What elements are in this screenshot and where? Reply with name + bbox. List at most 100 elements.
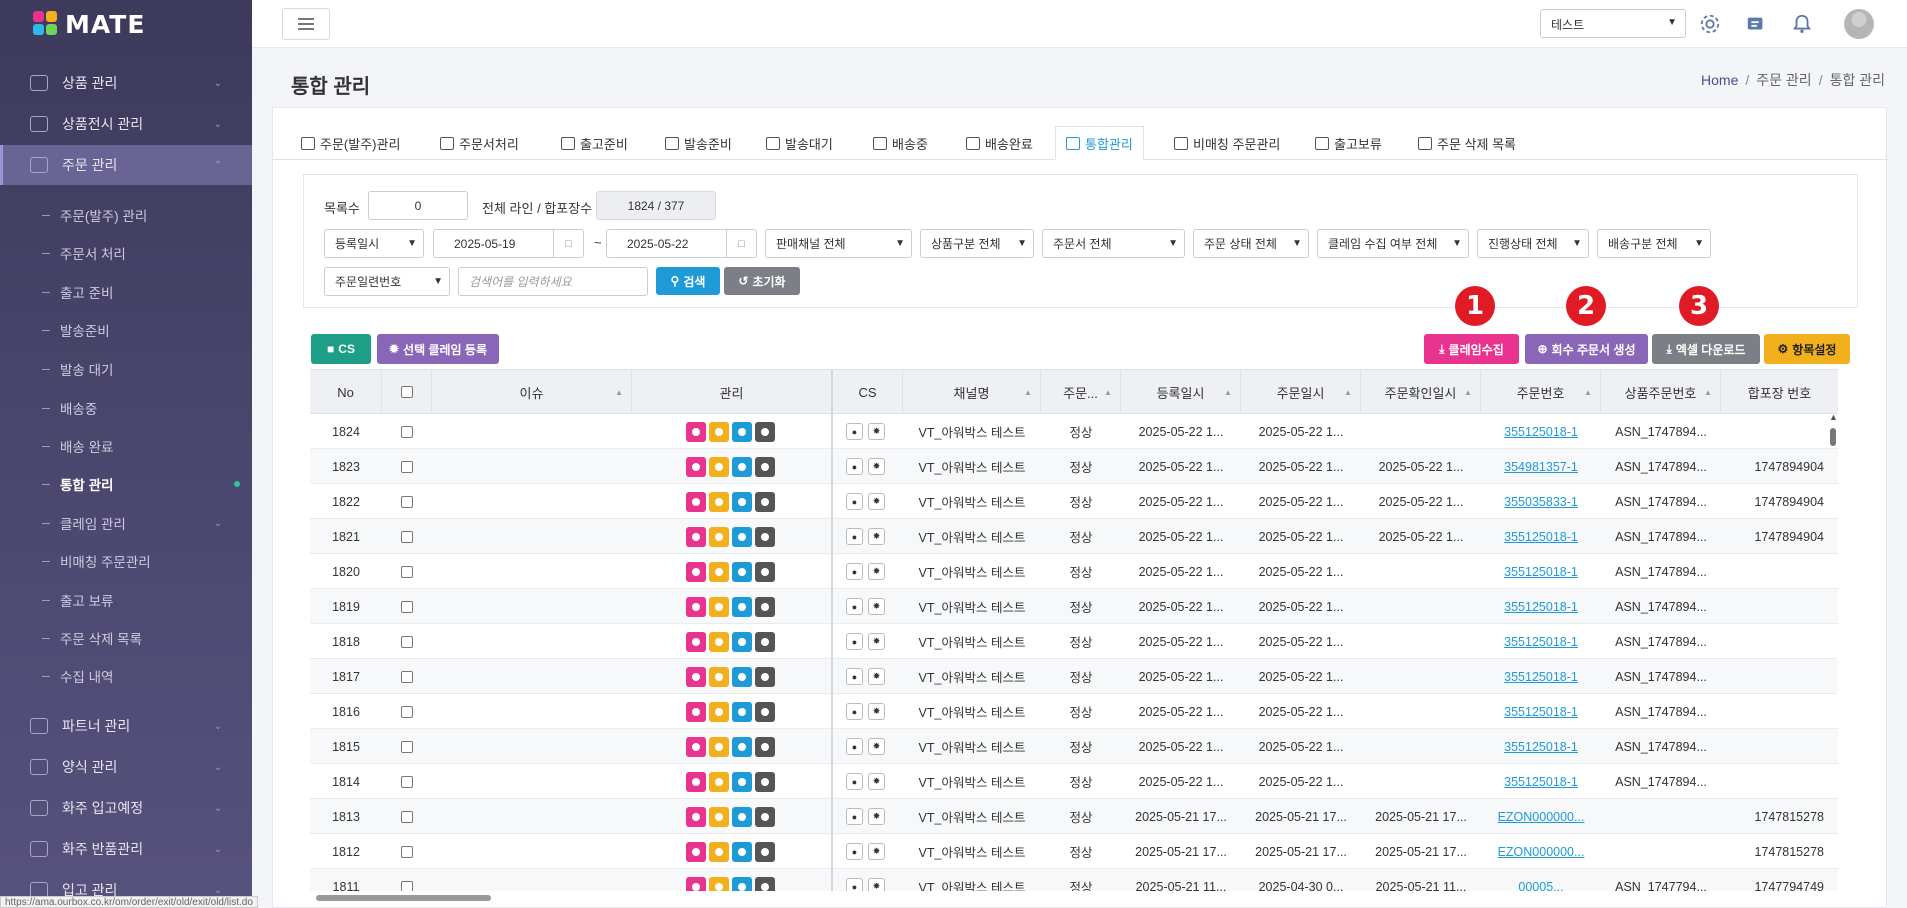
document-icon[interactable] [732,596,752,617]
cs-chat-icon[interactable]: ● [846,633,863,650]
stop-icon[interactable] [709,806,729,827]
cell-order-no[interactable]: 355125018-1 [1481,519,1601,554]
heart-icon[interactable] [686,421,706,442]
stop-icon[interactable] [709,456,729,477]
table-row[interactable]: 1820 ● ✸ VT_아워박스 테스트 정상 2025-05-22 1... 2025-0… [310,554,1838,589]
search-input[interactable]: 검색어를 입력하세요 [458,267,648,296]
heart-icon[interactable] [686,596,706,617]
row-checkbox[interactable] [401,530,413,543]
cell-order-no[interactable]: EZON000000... [1481,834,1601,869]
bell-icon[interactable] [1790,12,1814,36]
sidebar-item-order-manage[interactable]: 주문(발주) 관리 [0,200,252,230]
stop-icon[interactable] [709,561,729,582]
col-header-channel[interactable]: 채널명 ▲ [903,370,1041,414]
order-status-select[interactable]: 주문 상태 전체 ▼ [1193,229,1309,258]
sidebar-item-order-process[interactable]: 주문서 처리 [0,238,252,268]
document-icon[interactable] [732,631,752,652]
row-checkbox[interactable] [401,740,413,753]
stop-icon[interactable] [709,841,729,862]
col-header-pack-no[interactable]: 합포장 번호 [1721,370,1838,414]
claim-register-button[interactable]: ✹ 선택 클레임 등록 [377,334,499,364]
stop-icon[interactable] [709,631,729,652]
row-checkbox[interactable] [401,495,413,508]
reset-button[interactable]: ↺ 초기화 [724,267,800,295]
sidebar-group-orders[interactable]: 주문 관리 ⌃ [0,145,252,185]
cell-order-no[interactable]: 355035833-1 [1481,484,1601,519]
select-all-checkbox[interactable] [400,386,413,398]
document-icon[interactable] [732,841,752,862]
cs-chat-icon[interactable]: ● [846,843,863,860]
cs-claim-icon[interactable]: ✸ [868,493,885,510]
table-row[interactable]: 1812 ● ✸ VT_아워박스 테스트 정상 2025-05-21 17... 2025-… [310,834,1838,869]
tab-unmatched[interactable]: 비매칭 주문관리 [1164,126,1290,160]
heart-icon[interactable] [686,631,706,652]
tab-ship-prep[interactable]: 출고준비 [551,126,638,160]
row-checkbox[interactable] [401,775,413,788]
document-icon[interactable] [732,666,752,687]
cs-chat-icon[interactable]: ● [846,563,863,580]
table-row[interactable]: 1822 ● ✸ VT_아워박스 테스트 정상 2025-05-22 1... 2025-0… [310,484,1838,519]
delivery-icon[interactable] [1744,12,1768,36]
cs-chat-icon[interactable]: ● [846,738,863,755]
vertical-scrollbar[interactable]: ▲ ▼ [1828,412,1838,891]
row-checkbox[interactable] [401,565,413,578]
sidebar-item-collection-log[interactable]: 수집 내역 [0,661,252,691]
table-row[interactable]: 1819 ● ✸ VT_아워박스 테스트 정상 2025-05-22 1... 2025-0… [310,589,1838,624]
tab-in-delivery[interactable]: 배송중 [863,126,938,160]
sidebar-group-partners[interactable]: 파트너 관리 ⌄ [0,706,252,746]
cs-chat-icon[interactable]: ● [846,458,863,475]
column-settings-button[interactable]: ⚙ 항목설정 [1764,334,1850,364]
cell-order-no[interactable]: 355125018-1 [1481,694,1601,729]
breadcrumb-home[interactable]: Home [1701,72,1738,88]
table-row[interactable]: 1815 ● ✸ VT_아워박스 테스트 정상 2025-05-22 1... 2025-0… [310,729,1838,764]
excel-download-button[interactable]: ⤓ 엑셀 다운로드 [1652,334,1760,364]
document-icon[interactable] [732,701,752,722]
row-checkbox[interactable] [401,705,413,718]
search-field-select[interactable]: 주문일련번호 ▼ [324,267,450,296]
chat-icon[interactable] [755,736,775,757]
product-type-select[interactable]: 상품구분 전체 ▼ [920,229,1034,258]
tab-delivered[interactable]: 배송완료 [956,126,1043,160]
cs-claim-icon[interactable]: ✸ [868,423,885,440]
chat-icon[interactable] [755,561,775,582]
date-type-select[interactable]: 등록일시 ▼ [324,229,424,258]
table-row[interactable]: 1818 ● ✸ VT_아워박스 테스트 정상 2025-05-22 1... 2025-0… [310,624,1838,659]
sidebar-item-claims[interactable]: 클레임 관리 ⌄ [0,508,252,538]
document-icon[interactable] [732,421,752,442]
chat-icon[interactable] [755,456,775,477]
scroll-thumb[interactable] [1830,428,1836,446]
horizontal-scrollbar[interactable] [310,893,1838,903]
breadcrumb-orders[interactable]: 주문 관리 [1756,72,1811,88]
tab-order-process[interactable]: 주문서처리 [430,126,529,160]
cell-order-no[interactable]: EZON000000... [1481,799,1601,834]
heart-icon[interactable] [686,736,706,757]
sidebar-item-unmatched[interactable]: 비매칭 주문관리 [0,546,252,576]
heart-icon[interactable] [686,876,706,891]
chat-icon[interactable] [755,666,775,687]
heart-icon[interactable] [686,456,706,477]
tab-integrated[interactable]: 통합관리 [1055,126,1144,160]
gear-icon[interactable] [1698,12,1722,36]
sidebar-group-forms[interactable]: 양식 관리 ⌄ [0,747,252,787]
scroll-up-icon[interactable]: ▲ [1829,412,1838,422]
cell-order-no[interactable]: 355125018-1 [1481,659,1601,694]
sidebar-item-deleted[interactable]: 주문 삭제 목록 [0,623,252,653]
row-checkbox[interactable] [401,425,413,438]
document-icon[interactable] [732,876,752,891]
cs-chat-icon[interactable]: ● [846,423,863,440]
heart-icon[interactable] [686,841,706,862]
row-checkbox[interactable] [401,600,413,613]
chat-icon[interactable] [755,806,775,827]
cs-claim-icon[interactable]: ✸ [868,563,885,580]
chat-icon[interactable] [755,491,775,512]
sidebar-item-delivered[interactable]: 배송 완료 [0,431,252,461]
cs-claim-icon[interactable]: ✸ [868,598,885,615]
table-row[interactable]: 1824 ● ✸ VT_아워박스 테스트 정상 2025-05-22 1... 2025-0… [310,414,1838,449]
cs-chat-icon[interactable]: ● [846,878,863,891]
stop-icon[interactable] [709,771,729,792]
chat-icon[interactable] [755,701,775,722]
count-input[interactable]: 0 [368,191,468,220]
date-to-input[interactable]: 2025-05-22 □ [606,229,757,258]
sidebar-group-display[interactable]: 상품전시 관리 ⌄ [0,104,252,144]
tab-deleted[interactable]: 주문 삭제 목록 [1408,126,1526,160]
